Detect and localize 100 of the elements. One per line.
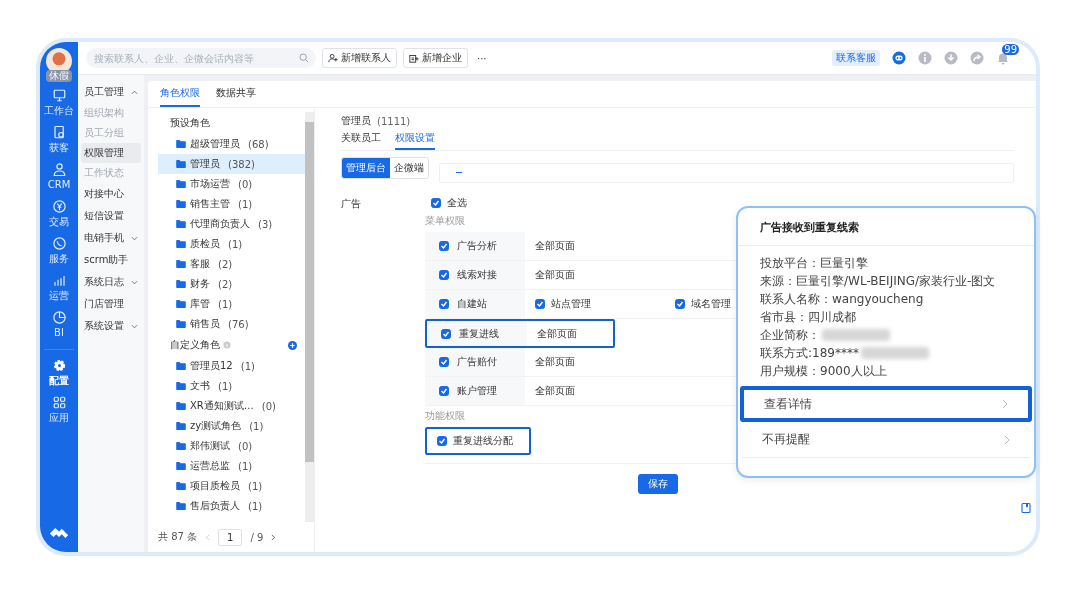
nav-item[interactable]: CRM (47, 162, 71, 191)
more-button[interactable]: ··· (474, 52, 490, 64)
menu-label: scrm助手 (84, 253, 129, 267)
checkbox[interactable] (439, 270, 449, 280)
role-item[interactable]: 销售员 (76) (158, 314, 305, 334)
checkbox[interactable] (535, 299, 545, 309)
page-input[interactable]: 1 (218, 528, 243, 546)
popup-action[interactable]: 不再提醒 (742, 422, 1030, 458)
nav-item[interactable]: 服务 (49, 236, 69, 265)
checkbox[interactable] (439, 357, 449, 367)
role-item[interactable]: 运营总监 (1) (158, 456, 305, 476)
menu-item[interactable]: 系统设置 (81, 315, 141, 337)
folder-icon (176, 482, 186, 490)
role-item[interactable]: 财务 (2) (158, 274, 305, 294)
role-name: zy测试角色 (190, 419, 242, 433)
role-item[interactable]: 售后负责人 (1) (158, 496, 305, 516)
checkbox-label: 全选 (447, 196, 467, 210)
tab[interactable]: 数据共享 (216, 86, 256, 107)
tab[interactable]: 关联员工 (341, 131, 381, 150)
role-item[interactable]: XR通知测试… (0) (158, 396, 305, 416)
info-line: 省市县：四川成都 (760, 308, 856, 326)
nav-item[interactable]: 获客 (49, 125, 69, 154)
popup-action[interactable]: 查看详情 (740, 386, 1032, 422)
permission-label: 重复进线 (459, 326, 499, 341)
toolbar-button[interactable]: 新增联系人 (322, 48, 397, 68)
role-item[interactable]: 项目质检员 (1) (158, 476, 305, 496)
checkbox[interactable] (441, 328, 451, 339)
role-item[interactable]: 销售主管 (1) (158, 194, 305, 214)
toolbar-button[interactable]: 新增企业 (403, 48, 468, 68)
role-name: 运营总监 (190, 459, 230, 473)
role-count: (0) (238, 178, 253, 190)
menu-item[interactable]: 系统日志 (81, 271, 141, 293)
role-name: 文书 (190, 379, 210, 393)
role-item[interactable]: 客服 (2) (158, 254, 305, 274)
role-item[interactable]: 管理员12 (1) (158, 356, 305, 376)
role-item[interactable]: 代理商负责人 (3) (158, 214, 305, 234)
permission-scope: 全部页面 (535, 239, 575, 253)
role-item[interactable]: zy测试角色 (1) (158, 416, 305, 436)
checkbox[interactable] (439, 299, 449, 309)
nav-item[interactable]: 配置 (49, 358, 69, 387)
menu-label: 对接中心 (84, 187, 124, 201)
segment-button[interactable]: 管理后台 (342, 158, 390, 178)
menu-item[interactable]: 门店管理 (81, 293, 141, 315)
menu-label: 系统日志 (84, 275, 124, 289)
total-count: 共 87 条 (158, 530, 198, 544)
role-item[interactable]: 库管 (1) (158, 294, 305, 314)
nav-item[interactable]: BI (51, 310, 67, 339)
checkbox[interactable] (439, 241, 449, 251)
menu-label: 系统设置 (84, 319, 124, 333)
permission-scope: 全部页面 (535, 355, 575, 369)
scrollbar[interactable] (305, 112, 314, 522)
checkbox[interactable] (439, 386, 449, 396)
menu-item[interactable]: scrm助手 (81, 249, 141, 271)
tab[interactable]: 权限设置 (395, 131, 435, 150)
menu-item[interactable]: 对接中心 (81, 183, 141, 205)
role-name: XR通知测试… (190, 399, 254, 413)
folder-icon (176, 280, 186, 288)
next-icon[interactable] (271, 533, 277, 541)
folder-icon (176, 300, 186, 308)
role-count: (3) (258, 218, 273, 230)
menu-item[interactable]: 短信设置 (81, 205, 141, 227)
bell-icon[interactable] (996, 51, 1010, 65)
save-button[interactable]: 保存 (637, 474, 678, 494)
search-field[interactable]: 搜索联系人、企业、企微会话内容等 (86, 48, 316, 68)
nav-item[interactable]: 工作台 (44, 88, 74, 117)
role-item[interactable]: 文书 (1) (158, 376, 305, 396)
menu-item[interactable]: 员工管理 (81, 81, 141, 103)
folder-icon (176, 160, 186, 168)
checkbox[interactable] (675, 299, 685, 309)
nav-item[interactable]: 应用 (49, 395, 69, 424)
role-item[interactable]: 市场运营 (0) (158, 174, 305, 194)
role-item[interactable]: 质检员 (1) (158, 234, 305, 254)
folder-icon (176, 362, 186, 370)
customer-service-tag[interactable]: 联系客服 (832, 50, 880, 66)
folder-icon (176, 442, 186, 450)
add-icon[interactable] (288, 340, 297, 350)
document-search-icon (51, 125, 67, 140)
info-line: 投放平台：巨量引擎 (760, 254, 868, 272)
folder-icon (176, 502, 186, 510)
nav-item[interactable]: 运营 (49, 273, 69, 302)
logo-icon (48, 525, 70, 540)
role-item[interactable]: 超级管理员 (68) (158, 134, 305, 154)
book-icon[interactable] (1020, 502, 1032, 514)
role-item[interactable]: 管理员 (382) (158, 154, 305, 174)
submenu-item[interactable]: 权限管理 (81, 143, 141, 163)
role-code: (1111) (377, 115, 411, 127)
menu-item[interactable]: 电销手机 (81, 227, 141, 249)
group-title: 预设角色 (170, 116, 210, 130)
tab[interactable]: 角色权限 (160, 86, 200, 107)
nav-item[interactable]: 交易 (49, 199, 69, 228)
checkbox[interactable] (437, 436, 447, 446)
role-name: 代理商负责人 (190, 217, 250, 231)
checkbox[interactable] (431, 198, 441, 208)
robot-icon[interactable] (892, 51, 906, 65)
role-count: (382) (228, 158, 255, 170)
redacted-block (822, 329, 890, 341)
filter-field[interactable] (439, 163, 1014, 183)
role-item[interactable]: 郑伟测试 (0) (158, 436, 305, 456)
role-count: (1) (218, 380, 233, 392)
phone-icon (51, 236, 67, 251)
